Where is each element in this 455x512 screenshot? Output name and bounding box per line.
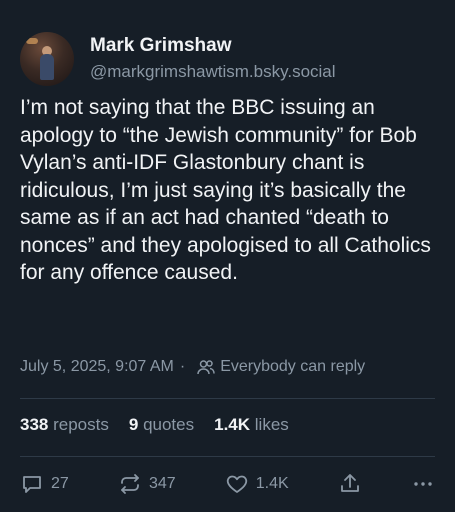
post-stats: 338 reposts 9 quotes 1.4K likes <box>20 415 309 435</box>
share-button[interactable] <box>338 472 362 496</box>
heart-icon <box>226 475 247 493</box>
post-card: Mark Grimshaw @markgrimshawtism.bsky.soc… <box>0 0 455 512</box>
reply-setting[interactable]: Everybody can reply <box>220 358 365 376</box>
author-display-name[interactable]: Mark Grimshaw <box>90 34 336 58</box>
post-header: Mark Grimshaw @markgrimshawtism.bsky.soc… <box>20 32 336 86</box>
author-handle[interactable]: @markgrimshawtism.bsky.social <box>90 60 336 84</box>
like-count: 1.4K <box>255 475 289 492</box>
like-button[interactable]: 1.4K <box>225 472 289 496</box>
likes-stat[interactable]: 1.4K likes <box>214 415 289 435</box>
post-text: I’m not saying that the BBC issuing an a… <box>20 96 431 284</box>
quotes-label: quotes <box>143 415 195 434</box>
post-timestamp[interactable]: July 5, 2025, 9:07 AM <box>20 358 174 376</box>
more-icon <box>414 482 432 486</box>
repost-count: 347 <box>148 475 176 492</box>
quotes-stat[interactable]: 9 quotes <box>129 415 194 435</box>
repost-button[interactable]: 347 <box>118 472 176 496</box>
quotes-count: 9 <box>128 415 139 434</box>
divider <box>20 398 435 399</box>
reply-button[interactable]: 27 <box>20 472 69 496</box>
action-bar: 27 347 1.4K <box>20 472 435 496</box>
reply-count: 27 <box>51 475 69 492</box>
divider <box>20 456 435 457</box>
share-icon <box>340 474 359 492</box>
likes-label: likes <box>254 415 289 434</box>
more-options-button[interactable] <box>411 472 435 496</box>
post-meta: July 5, 2025, 9:07 AM · Everybody can re… <box>20 358 366 376</box>
reposts-stat[interactable]: 338 reposts <box>20 415 109 435</box>
reposts-count: 338 <box>20 415 49 434</box>
avatar[interactable] <box>20 32 74 86</box>
likes-count: 1.4K <box>214 415 251 434</box>
people-icon <box>197 360 215 375</box>
reposts-label: reposts <box>53 415 109 434</box>
repost-icon <box>121 474 139 494</box>
author-names: Mark Grimshaw @markgrimshawtism.bsky.soc… <box>90 34 336 84</box>
reply-icon <box>23 476 41 493</box>
